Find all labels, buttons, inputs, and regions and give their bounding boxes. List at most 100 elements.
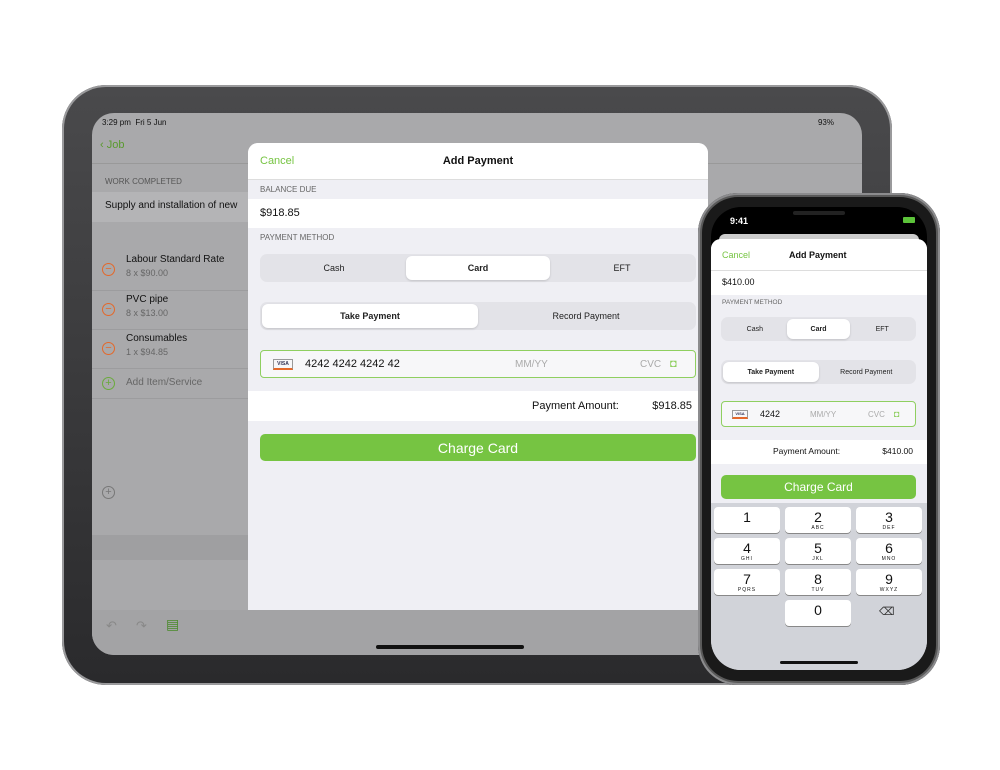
key-letters: WXYZ (879, 587, 899, 593)
key-digit: 2 (814, 509, 822, 525)
back-button[interactable]: ‹ Job (100, 139, 124, 151)
key-digit: 9 (885, 571, 893, 587)
charge-card-button[interactable]: Charge Card (721, 475, 916, 499)
balance-due-value: $410.00 (711, 271, 927, 295)
item-name: Consumables (126, 333, 188, 344)
key-7[interactable]: 7 PQRS (714, 569, 780, 595)
payment-method-label: PAYMENT METHOD (260, 233, 335, 242)
key-letters: PQRS (737, 587, 757, 593)
key-letters: GHI (741, 556, 753, 562)
card-number-field[interactable]: 4242 4242 4242 42 (305, 358, 515, 370)
key-9[interactable]: 9 WXYZ (856, 569, 922, 595)
method-cash[interactable]: Cash (262, 256, 406, 280)
expiry-field[interactable]: MM/YY (515, 359, 640, 370)
key-letters: JKL (812, 556, 824, 562)
key-letters: ABC (811, 525, 825, 531)
redo-icon[interactable]: ↷ (136, 618, 147, 634)
time: 3:29 pm (102, 118, 131, 127)
work-description[interactable]: Supply and installation of new (92, 192, 248, 222)
undo-icon[interactable]: ↶ (106, 618, 117, 634)
key-digit: 7 (743, 571, 751, 587)
payment-amount-value: $918.85 (652, 400, 692, 412)
delete-key-icon[interactable]: ⌫ (879, 605, 895, 618)
key-digit: 6 (885, 540, 893, 556)
visa-icon: VISA (732, 409, 748, 419)
payment-method-segmented: Cash Card EFT (721, 317, 916, 341)
camera-icon[interactable]: ◘ (670, 358, 677, 370)
item-detail: 8 x $13.00 (126, 308, 169, 318)
mode-record-payment[interactable]: Record Payment (819, 362, 915, 382)
modal-title: Add Payment (442, 155, 514, 167)
payment-amount-label: Payment Amount: (532, 400, 619, 412)
status-time: 9:41 (730, 216, 749, 226)
modal-title: Add Payment (789, 250, 847, 260)
add-icon: + (102, 377, 115, 390)
key-digit: 3 (885, 509, 893, 525)
method-eft[interactable]: EFT (550, 256, 694, 280)
charge-card-button[interactable]: Charge Card (260, 434, 696, 461)
key-digit: 8 (814, 571, 822, 587)
home-indicator (376, 645, 524, 649)
key-letters: MNO (881, 556, 897, 562)
key-letters: DEF (882, 525, 896, 531)
add-item-label: Add Item/Service (126, 377, 203, 388)
method-cash[interactable]: Cash (723, 319, 787, 339)
method-card[interactable]: Card (786, 319, 851, 339)
card-number-field[interactable]: 4242 (760, 409, 810, 419)
remove-icon[interactable]: − (102, 342, 115, 355)
method-eft[interactable]: EFT (850, 319, 914, 339)
payment-mode-segmented: Take Payment Record Payment (721, 360, 916, 384)
document-icon[interactable]: ▤ (166, 616, 179, 633)
key-digit: 4 (743, 540, 751, 556)
add-payment-modal: Cancel Add Payment BALANCE DUE $918.85 P… (248, 143, 708, 610)
mode-take-payment[interactable]: Take Payment (723, 362, 819, 382)
key-8[interactable]: 8 TUV (785, 569, 851, 595)
key-4[interactable]: 4 GHI (714, 538, 780, 564)
payment-amount-label: Payment Amount: (773, 446, 841, 456)
notch (793, 211, 845, 215)
key-3[interactable]: 3 DEF (856, 507, 922, 533)
add-item-button[interactable]: + Add Item/Service (92, 369, 248, 399)
expiry-field[interactable]: MM/YY (810, 410, 868, 419)
battery-level: 93% (817, 118, 834, 127)
home-indicator (780, 661, 858, 664)
balance-due-value: $918.85 (248, 199, 708, 228)
camera-icon[interactable]: ◘ (894, 409, 899, 419)
payment-method-segmented: Cash Card EFT (260, 254, 696, 282)
section-work-completed: WORK COMPLETED (105, 177, 182, 186)
remove-icon[interactable]: − (102, 263, 115, 276)
item-name: PVC pipe (126, 294, 169, 305)
card-input[interactable]: VISA 4242 4242 4242 42 MM/YY CVC ◘ (260, 350, 696, 378)
payment-method-label: PAYMENT METHOD (722, 299, 783, 306)
key-6[interactable]: 6 MNO (856, 538, 922, 564)
cancel-button[interactable]: Cancel (722, 250, 750, 260)
item-name: Labour Standard Rate (126, 254, 225, 265)
cvc-field[interactable]: CVC (640, 359, 670, 370)
mode-record-payment[interactable]: Record Payment (478, 304, 694, 328)
key-0[interactable]: 0 (785, 600, 851, 626)
payment-mode-segmented: Take Payment Record Payment (260, 302, 696, 330)
remove-icon[interactable]: − (102, 303, 115, 316)
key-2[interactable]: 2 ABC (785, 507, 851, 533)
line-item[interactable]: − PVC pipe 8 x $13.00 (92, 291, 248, 330)
key-1[interactable]: 1 (714, 507, 780, 533)
line-item[interactable]: − Labour Standard Rate 8 x $90.00 (92, 251, 248, 291)
card-input[interactable]: VISA 4242 MM/YY CVC ◘ (721, 401, 916, 427)
add-icon[interactable]: + (102, 486, 115, 499)
item-detail: 1 x $94.85 (126, 347, 169, 357)
cvc-field[interactable]: CVC (868, 410, 894, 419)
iphone-screen: 9:41 Cancel Add Payment $410.00 PAYMENT … (711, 207, 927, 670)
status-time: 3:29 pm Fri 5 Jun (102, 118, 166, 127)
mode-take-payment[interactable]: Take Payment (262, 304, 478, 328)
balance-due-label: BALANCE DUE (260, 185, 317, 194)
item-detail: 8 x $90.00 (126, 268, 169, 278)
date: Fri 5 Jun (135, 118, 167, 127)
key-digit: 5 (814, 540, 822, 556)
key-digit: 0 (814, 602, 822, 618)
key-digit: 1 (743, 509, 751, 525)
payment-amount-value: $410.00 (882, 446, 913, 456)
key-letters: TUV (811, 587, 825, 593)
line-item[interactable]: − Consumables 1 x $94.85 (92, 330, 248, 369)
method-card[interactable]: Card (406, 256, 550, 280)
key-5[interactable]: 5 JKL (785, 538, 851, 564)
